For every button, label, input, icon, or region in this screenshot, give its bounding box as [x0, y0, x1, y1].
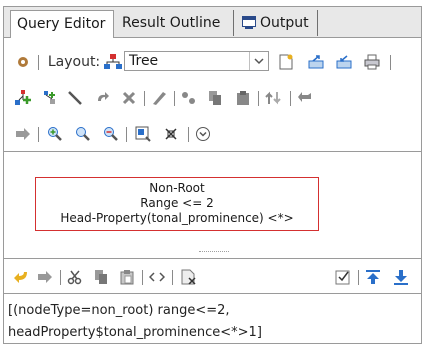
- query-text-editor[interactable]: [(nodeType=non_root) range<=2, headProper…: [4, 293, 421, 343]
- new-file-icon[interactable]: [276, 51, 296, 73]
- layout-tree-icon: [104, 51, 122, 73]
- separator: [142, 270, 143, 285]
- layout-select[interactable]: Tree: [124, 51, 269, 71]
- format-icon[interactable]: [180, 266, 198, 288]
- sort-icon[interactable]: [264, 87, 282, 109]
- node-range-label: Range <= 2: [140, 196, 214, 210]
- separator: [38, 127, 39, 142]
- toolbar-row-1: Layout: Tree: [14, 51, 413, 73]
- print-icon[interactable]: [362, 51, 382, 73]
- tab-bar: Query Editor Result Outline Output: [4, 7, 421, 38]
- zoom-normal-icon[interactable]: [74, 123, 92, 145]
- expand-icon[interactable]: [194, 123, 212, 145]
- import-icon[interactable]: [334, 51, 354, 73]
- separator: [60, 270, 61, 285]
- tab-label: Query Editor: [17, 16, 106, 32]
- add-sibling-icon[interactable]: [40, 87, 58, 109]
- separator: [188, 127, 189, 142]
- query-editor-panel: Query Editor Result Outline Output Layou…: [3, 6, 422, 344]
- redo-icon[interactable]: [36, 266, 54, 288]
- download-icon[interactable]: [392, 266, 410, 288]
- toolbar-row-2: [14, 87, 413, 109]
- zoom-out-icon[interactable]: [102, 123, 120, 145]
- query-line: headProperty$tonal_prominence<*>1]: [8, 325, 262, 340]
- output-window-icon: [242, 12, 256, 38]
- draw-edge-icon[interactable]: [66, 87, 84, 109]
- code-icon[interactable]: [148, 266, 166, 288]
- toolbar-row-3: [14, 123, 413, 145]
- query-graph-canvas[interactable]: Non-Root Range <= 2 Head-Property(tonal_…: [4, 151, 421, 259]
- copy-icon[interactable]: [92, 266, 110, 288]
- validate-icon[interactable]: [334, 266, 352, 288]
- paste-icon[interactable]: [118, 266, 136, 288]
- tab-label: Output: [260, 15, 309, 31]
- tab-result-outline[interactable]: Result Outline: [116, 10, 234, 36]
- delete-icon[interactable]: [120, 87, 138, 109]
- zoom-in-icon[interactable]: [46, 123, 64, 145]
- separator: [358, 270, 359, 285]
- separator: [390, 55, 391, 70]
- query-node[interactable]: Non-Root Range <= 2 Head-Property(tonal_…: [35, 177, 319, 231]
- separator: [290, 91, 291, 106]
- node-property-label: Head-Property(tonal_prominence) <*>: [60, 211, 294, 225]
- paste-icon[interactable]: [234, 87, 252, 109]
- query-line: [(nodeType=non_root) range<=2,: [8, 303, 230, 318]
- layout-select-value: Tree: [129, 53, 159, 69]
- node-type-label: Non-Root: [149, 181, 205, 195]
- bottom-toolbar-row: [12, 266, 413, 288]
- fullscreen-icon[interactable]: [162, 123, 180, 145]
- copy-icon[interactable]: [206, 87, 224, 109]
- separator: [258, 91, 259, 106]
- separator: [174, 91, 175, 106]
- layout-label: Layout:: [47, 54, 101, 70]
- undo-icon[interactable]: [12, 266, 30, 288]
- tab-query-editor[interactable]: Query Editor: [10, 10, 114, 38]
- tab-label: Result Outline: [122, 15, 221, 31]
- settings-icon[interactable]: [14, 51, 32, 73]
- add-node-icon[interactable]: [14, 87, 32, 109]
- back-icon[interactable]: [296, 87, 314, 109]
- separator: [144, 91, 145, 106]
- separator: [172, 270, 173, 285]
- redo-icon[interactable]: [94, 87, 112, 109]
- fit-icon[interactable]: [134, 123, 152, 145]
- export-icon[interactable]: [306, 51, 326, 73]
- separator: [38, 55, 39, 70]
- tab-output[interactable]: Output: [236, 10, 318, 36]
- text-editor-toolbar: [4, 258, 421, 294]
- move-top-icon[interactable]: [364, 266, 382, 288]
- splitter-grip[interactable]: [199, 251, 229, 254]
- edit-icon[interactable]: [150, 87, 168, 109]
- chevron-down-icon[interactable]: [249, 52, 268, 70]
- connect-icon[interactable]: [180, 87, 198, 109]
- cut-icon[interactable]: [66, 266, 84, 288]
- separator: [126, 127, 127, 142]
- forward-icon[interactable]: [14, 123, 32, 145]
